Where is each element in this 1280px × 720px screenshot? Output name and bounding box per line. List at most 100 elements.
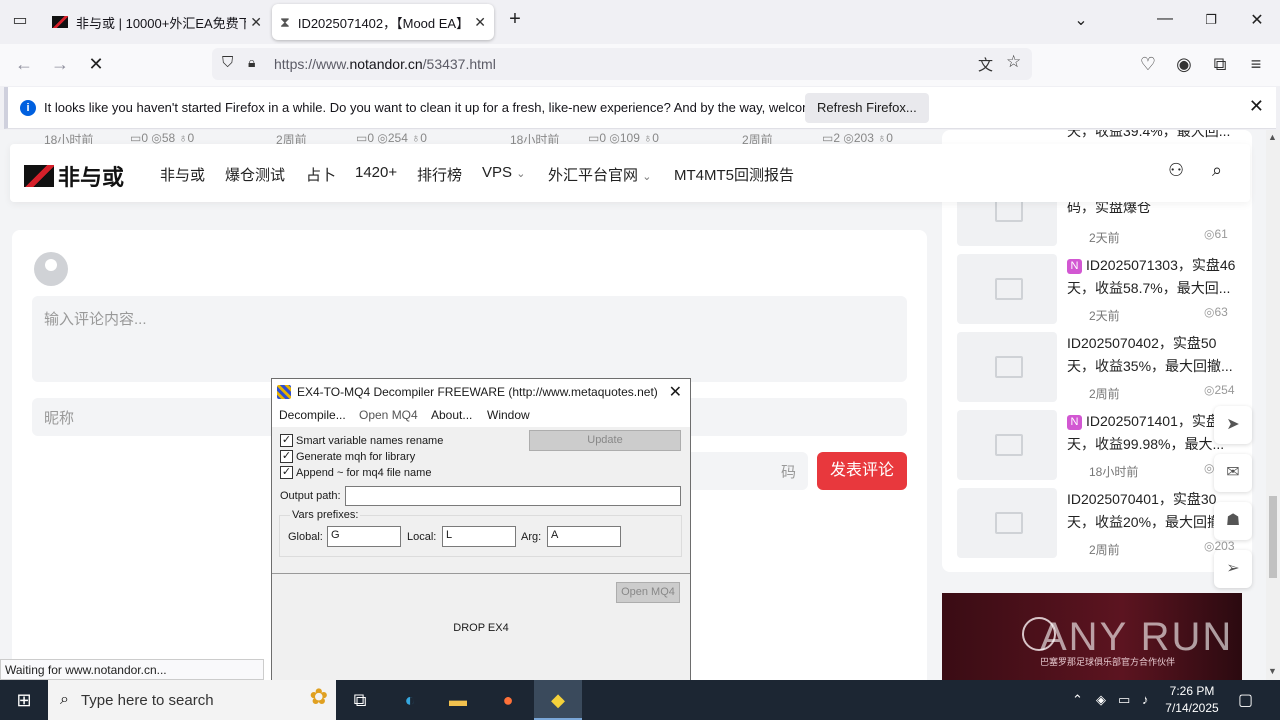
close-window-icon[interactable]: ✕ — [1242, 10, 1272, 30]
site-logo[interactable]: 非与或 — [24, 160, 124, 192]
url-text[interactable]: https://www.notandor.cn/53437.html — [274, 56, 496, 72]
notifications-icon[interactable]: ▢ — [1238, 690, 1253, 710]
post-thumbnail[interactable] — [957, 332, 1057, 402]
menu-open-mq4[interactable]: Open MQ4 — [359, 408, 418, 422]
post-title[interactable]: ID2025070401，实盘30天，收益20%，最大回撤... — [1067, 488, 1237, 534]
qq-icon[interactable]: ☗ — [1214, 502, 1252, 540]
shield-icon[interactable]: ⛉ — [222, 54, 233, 71]
post-title-text: ID2025071401，实盘天，收益99.98%，最大... — [1067, 413, 1225, 452]
back-icon[interactable]: ← — [12, 54, 36, 75]
close-notification-icon[interactable]: ✕ — [1249, 96, 1264, 117]
views-count: 61 — [1214, 227, 1228, 241]
menu-icon[interactable]: ≡ — [1244, 54, 1268, 75]
taskbar-search[interactable]: ⌕ Type here to search ✿ — [48, 680, 336, 720]
drop-zone[interactable]: Open MQ4 DROP EX4 — [272, 573, 690, 681]
output-path-input[interactable] — [345, 486, 681, 506]
local-prefix-input[interactable]: L — [442, 526, 516, 547]
dialog-menu-bar: Decompile... Open MQ4 About... Window — [272, 405, 690, 427]
translate-icon[interactable]: 文 — [978, 54, 993, 75]
stop-icon[interactable]: ✕ — [84, 54, 108, 75]
scroll-up-icon[interactable]: ▲ — [1268, 132, 1277, 142]
nav-backtest-reports[interactable]: MT4MT5回测报告 — [674, 164, 794, 185]
file-explorer-icon[interactable]: ▬ — [434, 680, 482, 720]
nav-blowup-test[interactable]: 爆仓测试 — [225, 164, 285, 185]
send-icon[interactable]: ➢ — [1214, 550, 1252, 588]
post-title[interactable]: N ID2025071401，实盘天，收益99.98%，最大... — [1067, 410, 1237, 456]
lock-icon[interactable]: 🔒︎ — [248, 54, 255, 71]
scrollbar-thumb[interactable] — [1269, 496, 1277, 578]
open-mq4-button[interactable]: Open MQ4 — [616, 582, 680, 603]
drop-ex4-label: DROP EX4 — [453, 622, 509, 634]
tab-overflow-chevron-icon[interactable]: ⌄ — [1066, 10, 1096, 30]
edge-icon[interactable]: ◐ — [386, 680, 434, 720]
nav-forex-platforms[interactable]: 外汇平台官网 ⌄ — [548, 164, 651, 185]
nav-divination[interactable]: 占卜 — [306, 164, 336, 185]
close-tab-icon[interactable]: ✕ — [246, 14, 262, 31]
strip-stats: ▭0 ◎58 ♁0 — [130, 131, 195, 145]
global-prefix-input[interactable]: G — [327, 526, 401, 547]
url-bar[interactable]: ⛉ 🔒︎ https://www.notandor.cn/53437.html … — [212, 48, 1032, 80]
update-button[interactable]: Update — [529, 430, 681, 451]
close-icon[interactable]: ✕ — [669, 382, 682, 402]
restore-icon[interactable]: ❐ — [1196, 12, 1226, 28]
post-thumbnail[interactable] — [957, 488, 1057, 558]
dialog-titlebar[interactable]: EX4-TO-MQ4 Decompiler FREEWARE (http://w… — [272, 379, 690, 405]
wechat-icon[interactable]: ✉ — [1214, 454, 1252, 492]
decompiler-app-icon[interactable]: ◆ — [534, 680, 582, 720]
nav-ranking[interactable]: 排行榜 — [417, 164, 462, 185]
firefox-icon[interactable]: ● — [484, 680, 532, 720]
strip-views: 254 — [387, 131, 408, 145]
site-favicon-icon — [52, 16, 68, 28]
menu-decompile[interactable]: Decompile... — [279, 408, 346, 422]
tab-mood-ea[interactable]: ⧗ ID2025071402，【Mood EA】实盘 ✕ — [272, 4, 494, 40]
post-time: 2周前 — [1089, 543, 1120, 557]
page-scrollbar[interactable]: ▲ ▼ — [1266, 130, 1280, 680]
tab-bar: ▭ 非与或 | 10000+外汇EA免费下载 ✕ ⧗ ID2025071402，… — [0, 0, 1280, 44]
forward-icon[interactable]: → — [48, 54, 72, 75]
strip-stats: ▭0 ◎109 ♁0 — [588, 131, 659, 145]
account-icon[interactable]: ◉ — [1172, 54, 1196, 75]
nav-vps[interactable]: VPS ⌄ — [482, 164, 525, 181]
menu-window[interactable]: Window — [487, 408, 530, 422]
close-tab-icon[interactable]: ✕ — [470, 14, 486, 31]
search-icon[interactable]: ⌕ — [1212, 160, 1222, 181]
new-tab-icon[interactable]: + — [500, 8, 530, 31]
sponsor-ad[interactable]: ANY RUN 巴塞罗那足球俱乐部官方合作伙伴 — [942, 593, 1242, 680]
bookmark-star-icon[interactable]: ☆ — [1006, 52, 1021, 72]
post-thumbnail[interactable] — [957, 410, 1057, 480]
comment-textarea[interactable]: 输入评论内容... — [32, 296, 907, 382]
generate-mqh-checkbox[interactable]: ✓ Generate mqh for library — [280, 450, 415, 463]
sidebar-snippet[interactable]: 天，收益39.4%，最大回... — [1067, 130, 1237, 143]
scroll-down-icon[interactable]: ▼ — [1268, 666, 1277, 676]
clock-time: 7:26 PM — [1169, 684, 1215, 698]
task-view-icon[interactable]: ⧉ — [336, 680, 384, 720]
post-title[interactable]: N ID2025071303，实盘46天，收益58.7%，最大回... — [1067, 254, 1237, 300]
volume-icon[interactable]: ♪ — [1142, 692, 1149, 707]
firefox-notification-bar: i It looks like you haven't started Fire… — [4, 87, 1276, 129]
menu-about[interactable]: About... — [431, 408, 472, 422]
tray-security-icon[interactable]: ◈ — [1096, 692, 1106, 708]
nav-home[interactable]: 非与或 — [160, 164, 205, 185]
pocket-icon[interactable]: ♡ — [1136, 54, 1160, 75]
strip-comments: 0 — [141, 131, 149, 145]
append-tilde-checkbox[interactable]: ✓ Append ~ for mq4 file name — [280, 466, 431, 479]
extensions-icon[interactable]: ⧉ — [1208, 54, 1232, 75]
nav-1420[interactable]: 1420+ — [355, 164, 397, 181]
refresh-firefox-button[interactable]: Refresh Firefox... — [805, 93, 929, 123]
tray-chevron-icon[interactable]: ⌃ — [1072, 692, 1083, 708]
back-to-top-icon[interactable]: ➤ — [1214, 406, 1252, 444]
checkbox-label: Append ~ for mq4 file name — [296, 466, 432, 479]
tab-list-icon[interactable]: ▭ — [8, 10, 32, 30]
windows-start-icon[interactable]: ⊞ — [0, 680, 48, 720]
submit-comment-button[interactable]: 发表评论 — [817, 452, 907, 490]
post-thumbnail[interactable] — [957, 254, 1057, 324]
captcha-input[interactable]: 码 — [672, 452, 808, 490]
post-title[interactable]: ID2025070402，实盘50天，收益35%，最大回撤... — [1067, 332, 1237, 378]
minimize-icon[interactable]: — — [1150, 10, 1180, 28]
arg-prefix-input[interactable]: A — [547, 526, 621, 547]
user-icon[interactable]: ⚇ — [1168, 160, 1184, 181]
network-icon[interactable]: ▭ — [1118, 692, 1130, 708]
taskbar-clock[interactable]: 7:26 PM 7/14/2025 — [1160, 683, 1224, 717]
tab-notandor[interactable]: 非与或 | 10000+外汇EA免费下载 ✕ — [44, 4, 270, 40]
smart-names-checkbox[interactable]: ✓ Smart variable names rename — [280, 434, 443, 447]
